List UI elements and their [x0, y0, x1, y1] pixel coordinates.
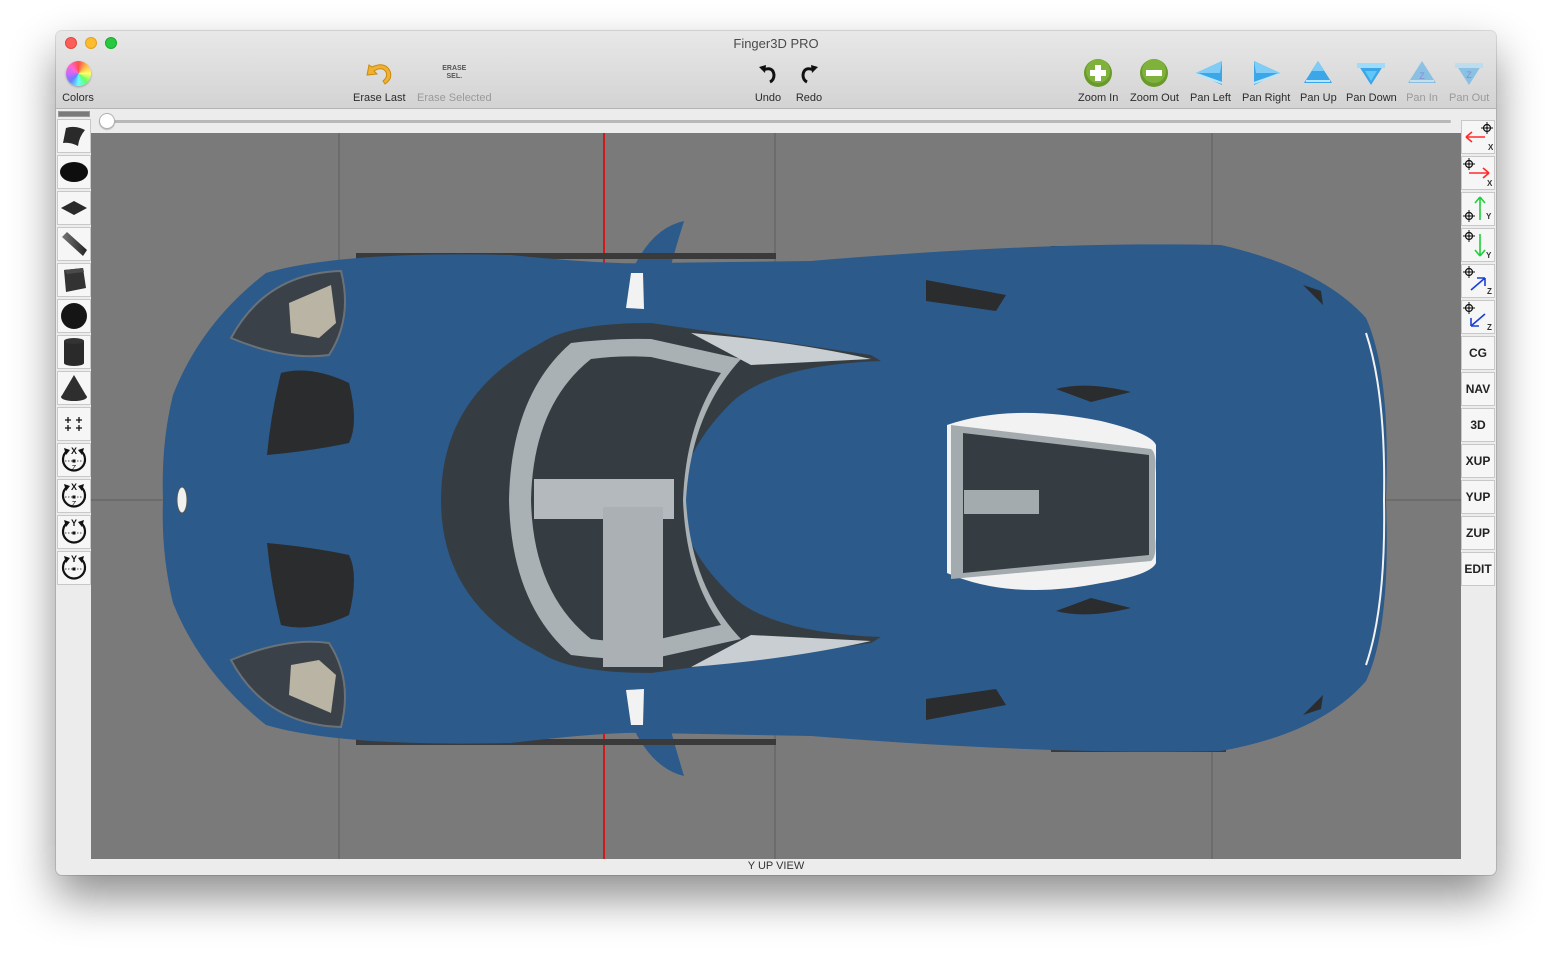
curved-surface-icon	[63, 126, 85, 146]
right-toolbar: X X Y Y Z Z CG NAV 3D XUP YUP ZUP EDIT	[1461, 120, 1495, 588]
svg-text:X: X	[1488, 143, 1493, 152]
svg-text:X: X	[1487, 179, 1493, 188]
points-tool[interactable]	[57, 407, 91, 441]
undo-icon	[752, 57, 784, 89]
svg-text:Y: Y	[71, 518, 77, 528]
redo-icon	[793, 57, 825, 89]
svg-text:Z: Z	[72, 501, 77, 508]
nav-button[interactable]: NAV	[1461, 372, 1495, 406]
cone-tool[interactable]	[57, 371, 91, 405]
move-pos-z-icon: Z	[1463, 266, 1492, 296]
erase-last-button[interactable]: Erase Last	[353, 57, 406, 104]
rotate-y-ccw-tool[interactable]: Y	[57, 515, 91, 549]
colors-button[interactable]: Colors	[62, 57, 94, 104]
svg-text:Y: Y	[1486, 251, 1492, 260]
curved-surface-tool[interactable]	[57, 119, 91, 153]
pan-up-button[interactable]: Pan Up	[1300, 57, 1337, 104]
points-icon	[65, 417, 82, 431]
rotate-xz-ccw-tool[interactable]: XZ	[57, 443, 91, 477]
arrow-right-icon	[1250, 57, 1282, 89]
z-glyph: Z	[1419, 71, 1425, 81]
rotate-xz-icon: XZ	[61, 446, 87, 472]
move-neg-y-button[interactable]: Y	[1461, 228, 1495, 262]
app-window: Finger3D PRO Colors Erase Last ERASE SEL…	[56, 31, 1496, 875]
3d-viewport[interactable]	[91, 133, 1461, 859]
svg-text:Z: Z	[1487, 287, 1492, 296]
slider-thumb[interactable]	[99, 113, 115, 129]
move-pos-y-button[interactable]: Y	[1461, 192, 1495, 226]
pan-in-button[interactable]: Z Pan In	[1406, 57, 1438, 104]
move-neg-z-button[interactable]: Z	[1461, 300, 1495, 334]
toolbar-header-bar	[58, 111, 90, 117]
sphere-tool[interactable]	[57, 299, 91, 333]
rotate-y-icon: Y	[61, 518, 87, 544]
timeline-slider[interactable]	[91, 110, 1461, 132]
undo-button[interactable]: Undo	[752, 57, 784, 104]
svg-text:Z: Z	[72, 465, 77, 472]
rotate-y-icon: Y	[61, 554, 87, 580]
window-title: Finger3D PRO	[733, 36, 819, 51]
arrow-up-icon	[1302, 57, 1334, 89]
edit-button[interactable]: EDIT	[1461, 552, 1495, 586]
erase-selected-button[interactable]: ERASE SEL. Erase Selected	[417, 57, 492, 104]
car-model[interactable]	[162, 221, 1387, 776]
cone-icon	[61, 375, 87, 401]
3d-view-button[interactable]: 3D	[1461, 408, 1495, 442]
svg-text:Y: Y	[1486, 212, 1492, 221]
z-glyph: Z	[1466, 70, 1472, 80]
redo-button[interactable]: Redo	[793, 57, 825, 104]
toolbar: Finger3D PRO Colors Erase Last ERASE SEL…	[56, 31, 1496, 109]
zoom-out-button[interactable]: Zoom Out	[1130, 57, 1179, 104]
move-neg-y-icon: Y	[1463, 230, 1492, 260]
arrow-down-icon	[1355, 57, 1387, 89]
scene	[91, 133, 1461, 859]
minus-circle-icon	[1138, 57, 1170, 89]
undo-arrow-icon	[363, 57, 395, 89]
move-neg-x-button[interactable]: X	[1461, 120, 1495, 154]
rotate-y-cw-tool[interactable]: Y	[57, 551, 91, 585]
svg-text:X: X	[71, 446, 77, 456]
z-up-view-button[interactable]: ZUP	[1461, 516, 1495, 550]
left-toolbar: XZ XZ Y Y	[57, 111, 91, 587]
arrow-down-z-icon: Z	[1453, 57, 1485, 89]
plane-icon	[61, 201, 87, 215]
x-up-view-button[interactable]: XUP	[1461, 444, 1495, 478]
sphere-icon	[61, 303, 87, 329]
plane-tool[interactable]	[57, 191, 91, 225]
svg-text:Z: Z	[1487, 323, 1492, 332]
cg-button[interactable]: CG	[1461, 336, 1495, 370]
cube-icon	[64, 268, 86, 292]
arrow-up-z-icon: Z	[1406, 57, 1438, 89]
arrow-left-icon	[1194, 57, 1226, 89]
pan-out-button[interactable]: Z Pan Out	[1449, 57, 1489, 104]
slider-track[interactable]	[101, 120, 1451, 123]
extrusion-icon	[62, 232, 87, 256]
svg-text:X: X	[71, 482, 77, 492]
move-pos-x-icon: X	[1463, 158, 1493, 188]
plus-circle-icon	[1082, 57, 1114, 89]
y-up-view-button[interactable]: YUP	[1461, 480, 1495, 514]
erase-selected-icon: ERASE SEL.	[442, 65, 467, 80]
svg-text:Y: Y	[71, 554, 77, 564]
pan-down-button[interactable]: Pan Down	[1346, 57, 1397, 104]
color-wheel-icon	[62, 57, 94, 89]
pan-left-button[interactable]: Pan Left	[1190, 57, 1231, 104]
rotate-xz-icon: XZ	[61, 482, 87, 508]
pan-right-button[interactable]: Pan Right	[1242, 57, 1290, 104]
view-mode-label: Y UP VIEW	[747, 860, 805, 872]
zoom-in-button[interactable]: Zoom In	[1078, 57, 1118, 104]
cylinder-tool[interactable]	[57, 335, 91, 369]
move-neg-z-icon: Z	[1463, 302, 1492, 332]
move-neg-x-icon: X	[1465, 122, 1493, 152]
cube-tool[interactable]	[57, 263, 91, 297]
ellipse-icon	[60, 162, 88, 182]
extrusion-tool[interactable]	[57, 227, 91, 261]
rotate-xz-cw-tool[interactable]: XZ	[57, 479, 91, 513]
move-pos-y-icon: Y	[1463, 196, 1492, 222]
move-pos-z-button[interactable]: Z	[1461, 264, 1495, 298]
ellipse-tool[interactable]	[57, 155, 91, 189]
cylinder-icon	[64, 338, 84, 366]
move-pos-x-button[interactable]: X	[1461, 156, 1495, 190]
